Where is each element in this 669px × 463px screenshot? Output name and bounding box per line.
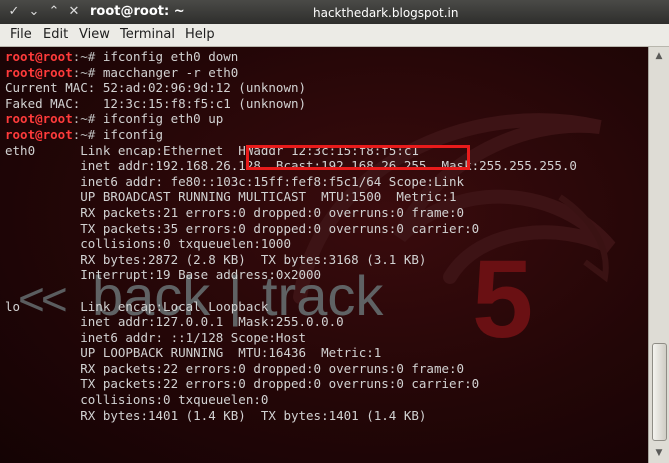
hwaddr-highlight-box <box>246 145 470 170</box>
command-text: ifconfig eth0 down <box>102 49 239 64</box>
menu-file[interactable]: File <box>10 27 32 43</box>
prompt-path: :~# <box>72 64 103 80</box>
prompt-user: root@root <box>5 126 73 142</box>
terminal-prompt-line: root@root:~# ifconfig eth0 down <box>5 49 577 65</box>
prompt-user: root@root <box>5 49 73 64</box>
prompt-path: :~# <box>72 126 103 142</box>
menu-edit[interactable]: Edit <box>43 27 68 43</box>
terminal-output: root@root:~# ifconfig eth0 down root@root… <box>5 49 577 423</box>
terminal-output-line: RX bytes:2872 (2.8 KB) TX bytes:3168 (3.… <box>5 251 427 267</box>
minimize-button[interactable]: ⌄ <box>24 3 44 20</box>
terminal-output-line: Current MAC: 52:ad:02:96:9d:12 (unknown) <box>5 80 307 96</box>
terminal-output-line: collisions:0 txqueuelen:1000 <box>5 236 291 252</box>
terminal-output-line: TX packets:35 errors:0 dropped:0 overrun… <box>5 220 480 236</box>
window-title: root@root: ~ <box>90 4 185 19</box>
prompt-path: :~# <box>72 49 103 64</box>
scroll-up-icon[interactable]: ▲ <box>649 48 669 64</box>
terminal-prompt-line: root@root:~# ifconfig eth0 up <box>5 111 577 127</box>
close-button[interactable]: ✕ <box>64 3 84 20</box>
command-text: macchanger -r eth0 <box>102 64 239 80</box>
terminal-output-line: RX packets:22 errors:0 dropped:0 overrun… <box>5 360 465 376</box>
watermark-text: hackthedark.blogspot.in <box>313 6 459 20</box>
terminal-output-line: RX packets:21 errors:0 dropped:0 overrun… <box>5 204 465 220</box>
scroll-down-icon[interactable]: ▼ <box>649 445 669 461</box>
terminal-output-line: lo Link encap:Local Loopback <box>5 298 269 314</box>
terminal-output-line: inet6 addr: ::1/128 Scope:Host <box>5 329 307 345</box>
maximize-button[interactable]: ⌃ <box>44 3 64 20</box>
terminal-window: ✓ ⌄ ⌃ ✕ root@root: ~ hackthedark.blogspo… <box>0 0 669 463</box>
menu-terminal[interactable]: Terminal <box>120 27 175 43</box>
prompt-user: root@root <box>5 111 73 127</box>
terminal-output-line: inet6 addr: fe80::103c:15ff:fef8:f5c1/64… <box>5 173 465 189</box>
terminal-area[interactable]: << back | track 5 root@root:~# ifconfig … <box>0 47 648 463</box>
terminal-output-line: inet addr:127.0.0.1 Mask:255.0.0.0 <box>5 314 344 330</box>
collapse-icon[interactable]: ✓ <box>4 3 24 20</box>
terminal-prompt-line: root@root:~# macchanger -r eth0 <box>5 65 577 81</box>
command-text: ifconfig <box>102 126 164 142</box>
terminal-output-line: RX bytes:1401 (1.4 KB) TX bytes:1401 (1.… <box>5 407 427 423</box>
terminal-output-line: Interrupt:19 Base address:0x2000 <box>5 267 322 283</box>
terminal-output-line: Faked MAC: 12:3c:15:f8:f5:c1 (unknown) <box>5 95 307 111</box>
scrollbar-thumb[interactable] <box>652 343 667 441</box>
menu-help[interactable]: Help <box>185 27 215 43</box>
terminal-output-line: UP BROADCAST RUNNING MULTICAST MTU:1500 … <box>5 189 457 205</box>
vertical-scrollbar[interactable]: ▲ ▼ <box>648 47 669 463</box>
terminal-output-line: TX packets:22 errors:0 dropped:0 overrun… <box>5 376 480 392</box>
terminal-output-line: UP LOOPBACK RUNNING MTU:16436 Metric:1 <box>5 345 382 361</box>
menu-bar: File Edit View Terminal Help <box>0 24 669 47</box>
command-text: ifconfig eth0 up <box>102 111 224 127</box>
terminal-prompt-line: root@root:~# ifconfig <box>5 127 577 143</box>
prompt-user: root@root <box>5 64 73 80</box>
terminal-output-line: collisions:0 txqueuelen:0 <box>5 392 269 408</box>
menu-view[interactable]: View <box>79 27 110 43</box>
title-bar[interactable]: ✓ ⌄ ⌃ ✕ root@root: ~ hackthedark.blogspo… <box>0 0 669 24</box>
prompt-path: :~# <box>72 111 103 127</box>
